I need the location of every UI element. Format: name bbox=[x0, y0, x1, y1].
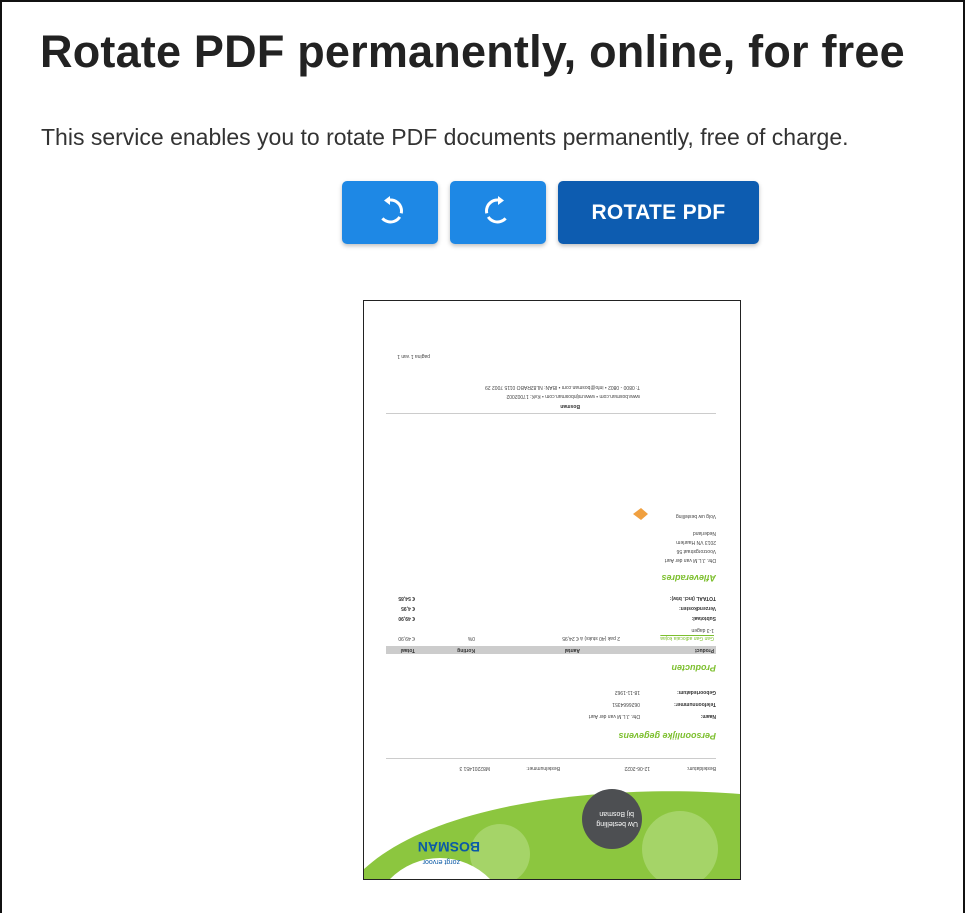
doc-follow-text: Volg uw bestelling bbox=[675, 513, 716, 519]
doc-birth-value: 18-11-1962 bbox=[614, 689, 640, 695]
doc-section-address: Afleveradres bbox=[661, 573, 716, 583]
doc-product-total: € 49,90 bbox=[398, 635, 415, 641]
doc-order-date-value: 12-06-2022 bbox=[624, 765, 650, 771]
doc-bubble-text-2: bij Bosman bbox=[599, 810, 634, 817]
doc-contact-line-2: www.bosman.com • www.mijnbosman.com • Kv… bbox=[506, 393, 640, 399]
green-wave-banner bbox=[364, 791, 740, 879]
doc-addr-1: Dhr. J.L.M van der Aart bbox=[664, 557, 716, 563]
rotate-ccw-icon bbox=[375, 196, 405, 229]
doc-total-label: TOTAAL (incl. btw): bbox=[669, 595, 716, 601]
doc-order-label: Bestelnummer: bbox=[526, 765, 560, 771]
doc-section-personal: Persoonlijke gegevens bbox=[618, 731, 716, 741]
rotate-left-button[interactable] bbox=[342, 181, 438, 244]
doc-contact-line-1: T: 0800 - 0802 • info@bosman.com • IBAN:… bbox=[485, 384, 640, 390]
page-title: Rotate PDF permanently, online, for free bbox=[40, 26, 905, 77]
doc-bubble bbox=[582, 789, 642, 849]
rotate-pdf-button[interactable]: ROTATE PDF bbox=[558, 181, 759, 244]
rotate-right-button[interactable] bbox=[450, 181, 546, 244]
doc-product-discount: 0% bbox=[467, 635, 475, 641]
doc-bubble-text: Uw bestelling bbox=[596, 820, 638, 827]
doc-logo-tagline: zorgt ervoor bbox=[422, 858, 460, 865]
doc-name-label: Naam: bbox=[700, 713, 716, 719]
doc-product-sub: 1-3 dagen bbox=[691, 627, 714, 633]
doc-col-total: Totaal bbox=[400, 647, 415, 653]
page-description: This service enables you to rotate PDF d… bbox=[41, 124, 849, 150]
doc-phone-value: 0626664351 bbox=[612, 701, 640, 707]
doc-shipping-value: € 4,95 bbox=[401, 605, 415, 611]
doc-table-header bbox=[386, 646, 716, 654]
doc-addr-2: Voorzorgstraat 56 bbox=[676, 548, 716, 554]
doc-name-value: Dhr. J.L.M van der Aart bbox=[588, 713, 640, 719]
doc-addr-4: Nederland bbox=[692, 530, 716, 536]
doc-page-footer: pagina 1 van 1 bbox=[397, 353, 430, 359]
doc-order-value: M82201451 3 bbox=[459, 765, 490, 771]
doc-phone-label: Telefoonnummer: bbox=[674, 701, 716, 707]
doc-order-date-label: Besteldatum: bbox=[686, 765, 716, 771]
doc-logo-text: BOSMAN bbox=[417, 839, 480, 855]
doc-subtotal-value: € 49,90 bbox=[398, 615, 415, 621]
doc-subtotal-label: Subtotaal: bbox=[691, 615, 716, 621]
doc-shipping-label: Verzendkosten: bbox=[679, 605, 716, 611]
pdf-preview: BOSMAN zorgt ervoor Uw bestelling bij Bo… bbox=[363, 300, 741, 880]
doc-divider bbox=[386, 758, 716, 759]
doc-col-amount: Aantal bbox=[564, 647, 580, 653]
doc-product-amount: 2 pak (40 stuks) à € 24,95 bbox=[562, 635, 620, 641]
pdf-page-rotated: BOSMAN zorgt ervoor Uw bestelling bij Bo… bbox=[364, 301, 740, 879]
rotate-cw-icon bbox=[483, 196, 513, 229]
doc-product-name: Gan Gan adlocaia kojaa bbox=[660, 635, 714, 641]
doc-total-value: € 54,85 bbox=[398, 595, 415, 601]
doc-follow-badge bbox=[633, 508, 648, 520]
doc-col-product: Product bbox=[695, 647, 714, 653]
doc-addr-3: 2013 VN Haarlem bbox=[676, 539, 716, 545]
doc-col-discount: Korting bbox=[457, 647, 475, 653]
doc-company-small: Bosman bbox=[560, 403, 580, 409]
doc-section-products: Producten bbox=[671, 663, 716, 673]
doc-footer-divider bbox=[386, 413, 716, 414]
doc-birth-label: Geboortedatum: bbox=[677, 689, 716, 695]
